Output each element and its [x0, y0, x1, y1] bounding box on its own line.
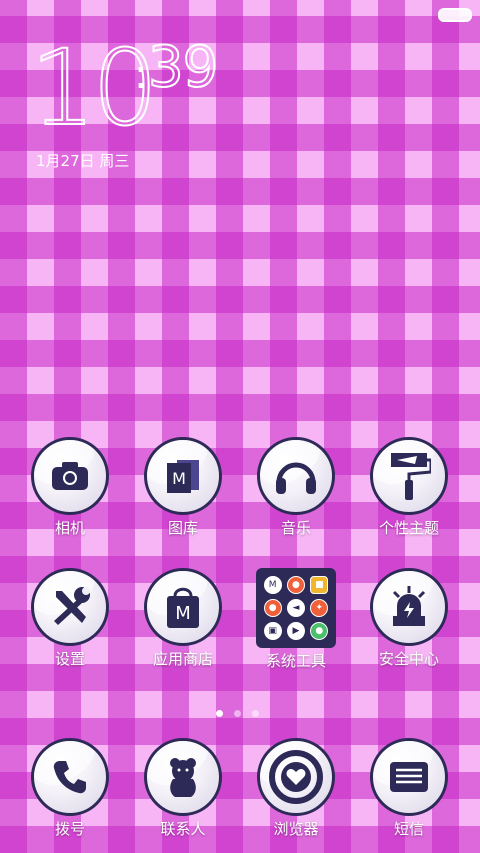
- lockscreen-clock: 10 : 39: [29, 35, 219, 141]
- mini-app-icon: ●: [263, 598, 282, 617]
- clock-colon: :: [134, 52, 148, 98]
- app-settings[interactable]: 设置: [15, 568, 125, 668]
- app-gallery[interactable]: M 图库: [128, 437, 238, 537]
- gallery-icon: M: [167, 460, 199, 493]
- app-store[interactable]: M 应用商店: [128, 568, 238, 668]
- contacts-bear-icon: [170, 758, 196, 797]
- svg-text:M: M: [175, 603, 191, 624]
- app-label: 联系人: [160, 820, 206, 838]
- mini-app-icon: ■: [310, 576, 329, 595]
- mini-app-icon: ●: [310, 621, 329, 640]
- mini-app-icon: ▶: [286, 621, 305, 640]
- app-themes[interactable]: 个性主题: [354, 437, 464, 537]
- app-label: 应用商店: [152, 650, 213, 668]
- page-dot[interactable]: [216, 710, 223, 717]
- message-icon: [390, 762, 428, 792]
- app-browser[interactable]: 浏览器: [241, 738, 351, 838]
- mini-app-icon: M: [263, 576, 282, 595]
- page-dot[interactable]: [252, 710, 259, 717]
- headphones-icon: [276, 462, 316, 494]
- app-security[interactable]: 安全中心: [354, 568, 464, 668]
- app-label: 拨号: [54, 820, 85, 838]
- page-indicator: [216, 702, 270, 721]
- clock-minutes: 39: [147, 35, 219, 100]
- battery-icon: [438, 8, 472, 22]
- security-alarm-icon: [392, 586, 426, 626]
- app-label: 设置: [54, 650, 85, 668]
- app-camera[interactable]: 相机: [15, 437, 125, 537]
- mini-app-icon: ●: [286, 576, 305, 595]
- app-label: 短信: [393, 820, 424, 838]
- camera-icon: [52, 462, 88, 490]
- page-dot[interactable]: [234, 710, 241, 717]
- app-music[interactable]: 音乐: [241, 437, 351, 537]
- phone-icon: [53, 761, 86, 794]
- browser-heart-icon: [269, 750, 323, 804]
- app-label: 浏览器: [273, 820, 319, 838]
- svg-text:M: M: [172, 469, 186, 488]
- app-label: 安全中心: [378, 650, 439, 668]
- app-contacts[interactable]: 联系人: [128, 738, 238, 838]
- folder-icon: M ● ■ ● ◄ ✦ ▣ ▶ ●: [256, 568, 336, 648]
- app-label: 个性主题: [378, 519, 439, 537]
- app-label: 图库: [167, 519, 198, 537]
- mini-app-icon: ▣: [263, 621, 282, 640]
- tools-icon: [54, 587, 90, 625]
- folder-system-tools[interactable]: M ● ■ ● ◄ ✦ ▣ ▶ ● 系统工具: [241, 568, 351, 670]
- shopping-bag-icon: M: [167, 587, 199, 628]
- mini-app-icon: ◄: [286, 598, 305, 617]
- mini-app-icon: ✦: [310, 598, 329, 617]
- app-label: 相机: [54, 519, 85, 537]
- date-label: 1月27日 周三: [36, 152, 130, 170]
- app-messages[interactable]: 短信: [354, 738, 464, 838]
- app-dialer[interactable]: 拨号: [15, 738, 125, 838]
- paint-roller-icon: [391, 453, 431, 500]
- app-label: 音乐: [280, 519, 311, 537]
- app-label: 系统工具: [265, 652, 326, 670]
